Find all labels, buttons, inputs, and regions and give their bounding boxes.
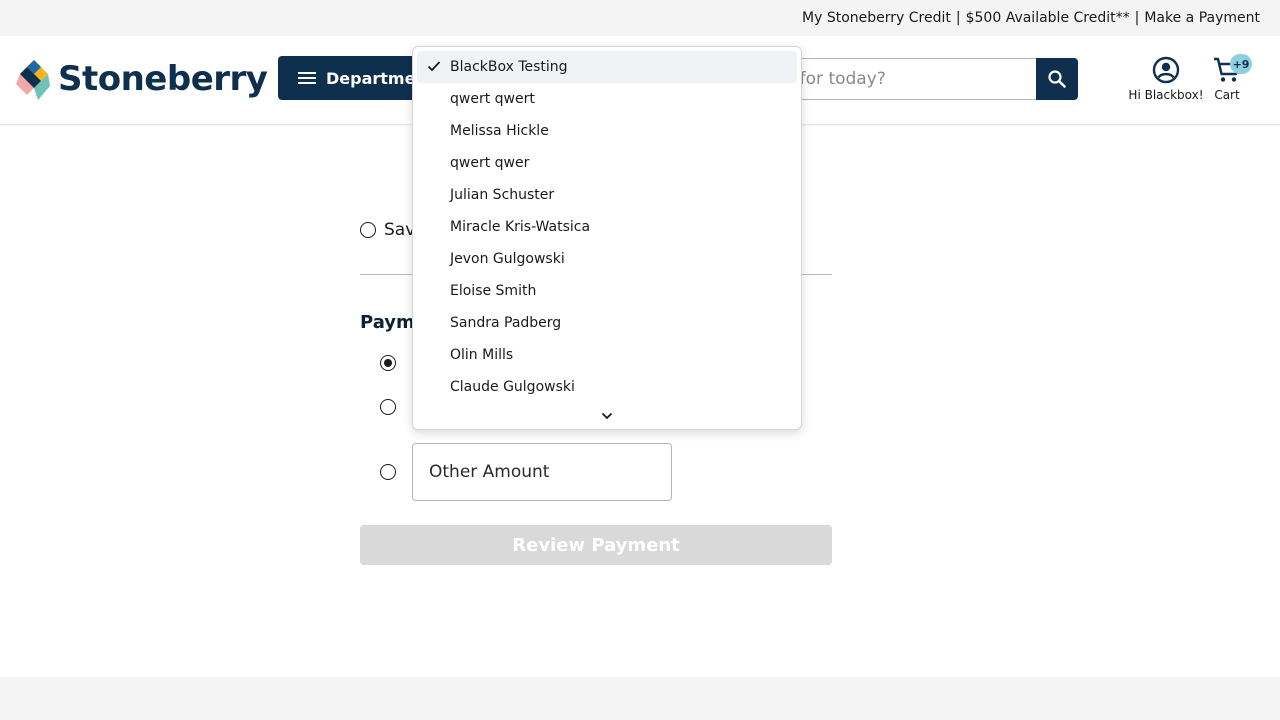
separator: | — [955, 10, 961, 26]
dropdown-option[interactable]: qwert qwer — [417, 147, 797, 179]
account-menu[interactable]: Hi Blackbox! — [1128, 56, 1204, 102]
other-amount-radio[interactable] — [380, 464, 396, 480]
dropdown-option[interactable]: qwert qwert — [417, 83, 797, 115]
search-button[interactable] — [1036, 58, 1078, 100]
dropdown-option-label: Sandra Padberg — [450, 315, 562, 331]
logo-mark-icon — [16, 60, 50, 100]
dropdown-option-label: Melissa Hickle — [450, 123, 549, 139]
dropdown-option[interactable]: Claude Gulgowski — [417, 371, 797, 403]
other-amount-field[interactable] — [412, 443, 672, 501]
stoneberry-logo[interactable]: Stoneberry — [16, 58, 268, 100]
dropdown-option-label: qwert qwert — [450, 91, 535, 107]
check-icon — [427, 61, 441, 72]
account-label: Hi Blackbox! — [1128, 88, 1204, 102]
payment-amount-radio-1[interactable] — [380, 355, 396, 371]
chevron-down-icon — [601, 412, 613, 420]
payment-amount-radio-2[interactable] — [380, 399, 396, 415]
other-amount-input[interactable] — [429, 462, 671, 482]
dropdown-option-label: Olin Mills — [450, 347, 514, 363]
cart-button[interactable]: +9 Cart — [1206, 54, 1252, 102]
available-credit: $500 Available Credit** — [965, 10, 1130, 26]
search-icon — [1048, 70, 1066, 88]
dropdown-option[interactable]: Olin Mills — [417, 339, 797, 371]
hamburger-icon — [298, 71, 316, 85]
dropdown-option[interactable]: Melissa Hickle — [417, 115, 797, 147]
footer — [0, 677, 1280, 720]
account-icon — [1152, 56, 1180, 84]
account-select-dropdown[interactable]: BlackBox Testing qwert qwert Melissa Hic… — [412, 46, 802, 430]
my-credit-link[interactable]: My Stoneberry Credit — [802, 10, 951, 26]
dropdown-option-label: BlackBox Testing — [450, 59, 568, 75]
make-payment-link[interactable]: Make a Payment — [1144, 10, 1260, 26]
dropdown-option[interactable]: Jevon Gulgowski — [417, 243, 797, 275]
logo-text: Stoneberry — [58, 59, 268, 99]
utility-bar: My Stoneberry Credit | $500 Available Cr… — [0, 0, 1280, 36]
separator: | — [1134, 10, 1140, 26]
dropdown-option-label: Jevon Gulgowski — [450, 251, 565, 267]
dropdown-option-label: Claude Gulgowski — [450, 379, 575, 395]
dropdown-option[interactable]: Sandra Padberg — [417, 307, 797, 339]
dropdown-option-label: Miracle Kris-Watsica — [450, 219, 591, 235]
dropdown-option-label: qwert qwer — [450, 155, 530, 171]
scroll-more-indicator[interactable] — [413, 407, 801, 425]
review-payment-button[interactable]: Review Payment — [360, 525, 832, 565]
dropdown-option[interactable]: Eloise Smith — [417, 275, 797, 307]
cart-count-badge: +9 — [1230, 54, 1252, 74]
save-radio[interactable] — [360, 222, 376, 238]
dropdown-option[interactable]: Miracle Kris-Watsica — [417, 211, 797, 243]
dropdown-option[interactable]: Julian Schuster — [417, 179, 797, 211]
dropdown-option-label: Julian Schuster — [450, 187, 555, 203]
dropdown-option[interactable]: BlackBox Testing — [417, 51, 797, 83]
cart-label: Cart — [1214, 88, 1240, 102]
dropdown-option-label: Eloise Smith — [450, 283, 537, 299]
